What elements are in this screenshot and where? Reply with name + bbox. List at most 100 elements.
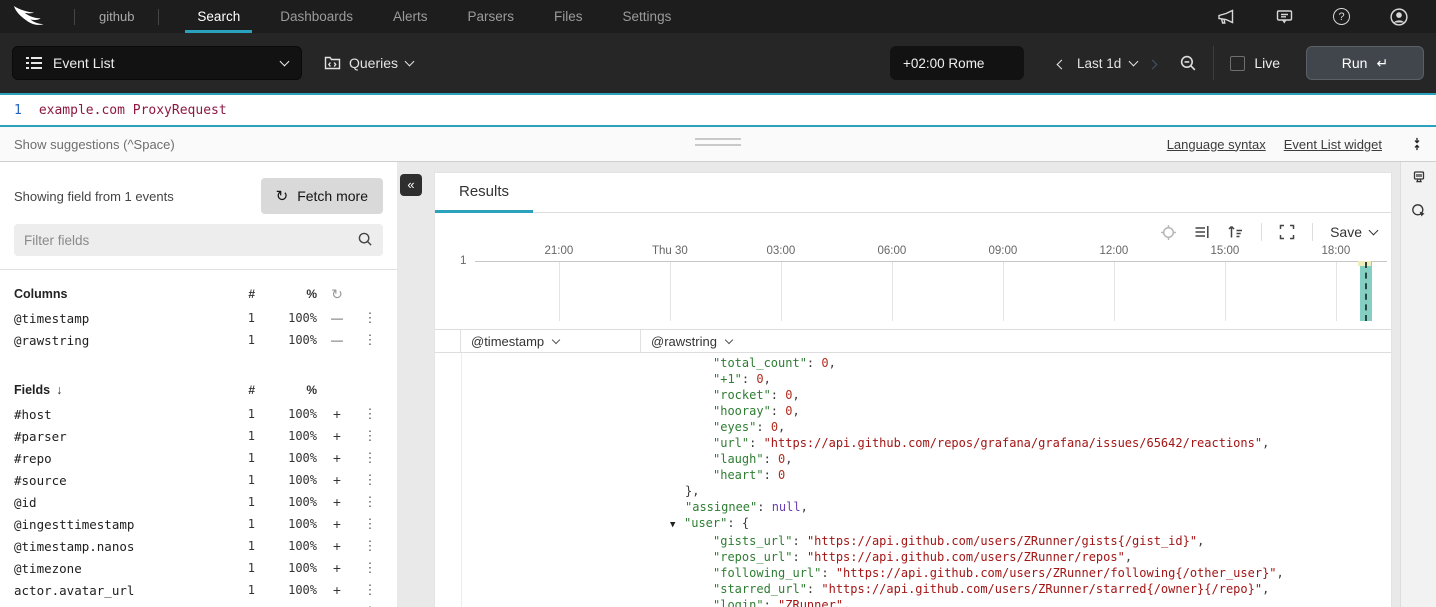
nav-item-files[interactable]: Files: [548, 0, 589, 33]
time-range-selector[interactable]: Last 1d: [1077, 56, 1137, 71]
add-column-icon[interactable]: +: [317, 494, 357, 510]
toolbar-right: +02:00 Rome Last 1d Live Run ↵: [890, 46, 1424, 80]
queries-button[interactable]: Queries: [324, 55, 413, 71]
view-selector[interactable]: Event List: [12, 46, 302, 80]
help-icon[interactable]: ?: [1333, 8, 1350, 25]
language-syntax-link[interactable]: Language syntax: [1167, 137, 1266, 152]
add-column-icon[interactable]: +: [317, 582, 357, 598]
add-column-icon[interactable]: +: [317, 450, 357, 466]
field-count: 1: [215, 561, 255, 575]
repo-selector[interactable]: github: [85, 9, 148, 24]
field-row[interactable]: actor.display_login1100%+⋮: [14, 601, 383, 607]
column-name: @timestamp: [14, 311, 215, 326]
sort-down-icon[interactable]: ↓: [56, 383, 62, 397]
kebab-menu-icon[interactable]: ⋮: [357, 450, 383, 466]
live-checkbox[interactable]: [1230, 56, 1245, 71]
crosshair-icon[interactable]: [1160, 224, 1177, 241]
field-row[interactable]: @id1100%+⋮: [14, 491, 383, 513]
collapse-fields-panel-button[interactable]: «: [400, 174, 422, 196]
field-row[interactable]: #source1100%+⋮: [14, 469, 383, 491]
field-percent: 100%: [255, 429, 317, 443]
field-row[interactable]: #repo1100%+⋮: [14, 447, 383, 469]
zoom-out-icon[interactable]: [1176, 51, 1201, 76]
field-row[interactable]: #parser1100%+⋮: [14, 425, 383, 447]
kebab-menu-icon[interactable]: ⋮: [357, 472, 383, 488]
collapse-vertical-icon[interactable]: [1410, 136, 1424, 152]
event-list-widget-link[interactable]: Event List widget: [1284, 137, 1382, 152]
refresh-columns-icon[interactable]: ↻: [317, 286, 357, 303]
announcements-icon[interactable]: [1217, 8, 1235, 26]
kebab-menu-icon[interactable]: ⋮: [357, 582, 383, 598]
kebab-menu-icon[interactable]: ⋮: [357, 494, 383, 510]
time-range-label: Last 1d: [1077, 56, 1121, 71]
filter-fields-input[interactable]: [14, 224, 383, 256]
field-row[interactable]: @timestamp.nanos1100%+⋮: [14, 535, 383, 557]
add-column-icon[interactable]: +: [317, 516, 357, 532]
field-name: #repo: [14, 451, 215, 466]
results-table-header: @timestamp @rawstring: [435, 329, 1391, 353]
nav-item-dashboards[interactable]: Dashboards: [274, 0, 359, 33]
refresh-icon: ↻: [276, 187, 289, 205]
falcon-logo-icon[interactable]: [12, 4, 54, 29]
collapse-toggle-icon[interactable]: ▼: [670, 517, 684, 533]
json-line: "+1": 0,: [641, 371, 1381, 387]
lamp-icon[interactable]: [1411, 170, 1427, 186]
nav-item-alerts[interactable]: Alerts: [387, 0, 434, 33]
field-percent: 100%: [255, 539, 317, 553]
user-avatar-icon[interactable]: [1390, 8, 1408, 26]
timezone-input[interactable]: +02:00 Rome: [890, 46, 1024, 80]
time-back-button[interactable]: [1052, 50, 1071, 77]
column-row[interactable]: @timestamp 1 100% — ⋮: [14, 307, 383, 329]
kebab-menu-icon[interactable]: ⋮: [357, 428, 383, 444]
results-card: Results: [434, 172, 1392, 607]
add-column-icon[interactable]: +: [317, 472, 357, 488]
y-axis-tick-label: 1: [460, 255, 466, 267]
tab-results[interactable]: Results: [435, 173, 533, 213]
column-row[interactable]: @rawstring 1 100% — ⋮: [14, 329, 383, 351]
field-name: #parser: [14, 429, 215, 444]
query-editor[interactable]: 1 example.com ProxyRequest: [0, 93, 1436, 127]
nav-item-search[interactable]: Search: [191, 0, 246, 33]
fullscreen-icon[interactable]: [1279, 224, 1295, 240]
nav-item-settings[interactable]: Settings: [617, 0, 678, 33]
fields-header: Fields ↓ # %: [14, 377, 383, 403]
x-axis-tick-label: 06:00: [877, 245, 906, 257]
sort-ascending-icon[interactable]: [1227, 224, 1244, 240]
kebab-menu-icon[interactable]: ⋮: [357, 538, 383, 554]
add-column-icon[interactable]: +: [317, 538, 357, 554]
add-column-icon[interactable]: +: [317, 560, 357, 576]
live-toggle[interactable]: Live: [1230, 55, 1280, 71]
right-utility-strip: [1400, 162, 1436, 607]
field-row[interactable]: @ingesttimestamp1100%+⋮: [14, 513, 383, 535]
fetch-more-button[interactable]: ↻ Fetch more: [261, 178, 383, 214]
run-button[interactable]: Run ↵: [1306, 46, 1424, 80]
x-axis-tick-label: 09:00: [988, 245, 1017, 257]
kebab-menu-icon[interactable]: ⋮: [357, 406, 383, 422]
column-header-rawstring[interactable]: @rawstring: [641, 330, 742, 352]
kebab-menu-icon[interactable]: ⋮: [357, 332, 383, 348]
field-row[interactable]: @timezone1100%+⋮: [14, 557, 383, 579]
event-bucket-bar[interactable]: [1360, 262, 1372, 321]
kebab-menu-icon[interactable]: ⋮: [357, 310, 383, 326]
feedback-icon[interactable]: [1275, 8, 1293, 26]
query-text[interactable]: example.com ProxyRequest: [39, 103, 227, 118]
suggestions-hint: Show suggestions (^Space): [14, 137, 175, 152]
json-line: "starred_url": "https://api.github.com/u…: [641, 581, 1381, 597]
wrap-lines-icon[interactable]: [1194, 224, 1210, 240]
add-column-icon[interactable]: +: [317, 406, 357, 422]
time-forward-button[interactable]: [1143, 50, 1162, 77]
search-cursor-icon[interactable]: [1411, 203, 1427, 219]
add-column-icon[interactable]: +: [317, 428, 357, 444]
column-header-timestamp[interactable]: @timestamp: [461, 330, 641, 352]
editor-resize-handle[interactable]: [695, 138, 741, 150]
event-timeline-chart[interactable]: 21:00Thu 3003:0006:0009:0012:0015:0018:0…: [475, 245, 1387, 321]
field-percent: 100%: [255, 583, 317, 597]
save-button[interactable]: Save: [1330, 224, 1377, 240]
kebab-menu-icon[interactable]: ⋮: [357, 560, 383, 576]
kebab-menu-icon[interactable]: ⋮: [357, 516, 383, 532]
x-axis-tick-label: 21:00: [545, 245, 574, 257]
field-row[interactable]: actor.avatar_url1100%+⋮: [14, 579, 383, 601]
chevron-down-icon: [552, 335, 560, 343]
field-row[interactable]: #host1100%+⋮: [14, 403, 383, 425]
nav-item-parsers[interactable]: Parsers: [462, 0, 521, 33]
